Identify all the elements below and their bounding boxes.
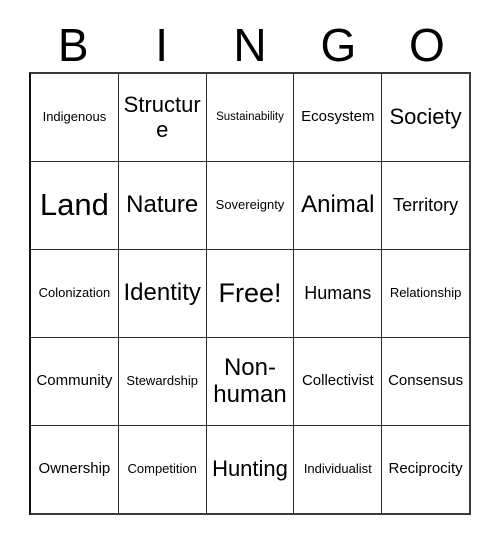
bingo-cell-label: Identity [123,279,201,307]
bingo-row-3: Colonization Identity Free! Humans Relat… [31,250,469,338]
bingo-cell-label: Competition [127,461,197,477]
bingo-cell-label: Sovereignty [215,197,285,213]
bingo-cell-label: Territory [393,195,459,216]
bingo-cell-b4[interactable]: Community [31,338,119,425]
bingo-card: B I N G O Indigenous Structure Sustainab… [0,0,500,544]
bingo-header-letter-n: N [233,19,267,71]
bingo-cell-g1[interactable]: Ecosystem [294,74,383,161]
bingo-cell-n5[interactable]: Hunting [207,426,295,513]
bingo-cell-label: Structure [123,91,201,142]
bingo-cell-i3[interactable]: Identity [119,250,207,337]
bingo-cell-label: Stewardship [126,373,198,389]
bingo-row-1: Indigenous Structure Sustainability Ecos… [31,74,469,162]
bingo-cell-g3[interactable]: Humans [294,250,383,337]
bingo-cell-label: Reciprocity [388,460,463,478]
bingo-cell-o5[interactable]: Reciprocity [382,426,469,513]
bingo-cell-label: Consensus [388,372,464,390]
bingo-header-letter-o: O [408,19,445,71]
bingo-header-letter-g: G [320,19,357,71]
bingo-free-space-label: Free! [218,278,282,309]
bingo-cell-label: Ownership [38,460,111,478]
bingo-cell-n2[interactable]: Sovereignty [207,162,295,249]
bingo-cell-n1[interactable]: Sustainability [207,74,295,161]
bingo-cell-label: Nature [126,191,199,219]
bingo-cell-o1[interactable]: Society [382,74,469,161]
bingo-header-letter-i: I [155,19,168,71]
bingo-cell-i5[interactable]: Competition [119,426,207,513]
bingo-cell-o3[interactable]: Relationship [382,250,469,337]
bingo-cell-o4[interactable]: Consensus [382,338,469,425]
bingo-cell-label: Society [389,104,462,130]
bingo-header-letter-b: B [57,19,89,71]
bingo-cell-label: Hunting [212,456,288,482]
bingo-cell-label: Sustainability [216,111,284,124]
bingo-cell-label: Colonization [38,285,111,301]
bingo-cell-i4[interactable]: Stewardship [119,338,207,425]
bingo-grid: Indigenous Structure Sustainability Ecos… [29,72,471,515]
bingo-cell-label: Relationship [389,285,462,301]
bingo-cell-b1[interactable]: Indigenous [31,74,119,161]
bingo-cell-label: Non-human [213,353,287,408]
bingo-cell-label: Ecosystem [301,108,375,126]
bingo-cell-n4[interactable]: Non-human [207,338,295,425]
bingo-header-row: B I N G O [29,18,471,72]
bingo-cell-label: Land [39,187,109,223]
bingo-cell-b2[interactable]: Land [31,162,119,249]
bingo-cell-b3[interactable]: Colonization [31,250,119,337]
bingo-row-5: Ownership Competition Hunting Individual… [31,426,469,513]
bingo-row-2: Land Nature Sovereignty Animal Territory [31,162,469,250]
bingo-cell-label: Indigenous [42,109,107,125]
bingo-cell-label: Humans [304,283,372,304]
bingo-cell-o2[interactable]: Territory [382,162,469,249]
bingo-cell-label: Community [36,372,113,390]
bingo-cell-free-space[interactable]: Free! [207,250,295,337]
bingo-cell-i1[interactable]: Structure [119,74,207,161]
bingo-cell-g2[interactable]: Animal [294,162,383,249]
bingo-cell-label: Collectivist [301,372,374,390]
bingo-cell-g5[interactable]: Individualist [294,426,383,513]
bingo-cell-b5[interactable]: Ownership [31,426,119,513]
bingo-cell-label: Animal [301,191,375,219]
bingo-cell-i2[interactable]: Nature [119,162,207,249]
bingo-cell-g4[interactable]: Collectivist [294,338,383,425]
bingo-cell-label: Individualist [303,461,372,477]
bingo-row-4: Community Stewardship Non-human Collecti… [31,338,469,426]
